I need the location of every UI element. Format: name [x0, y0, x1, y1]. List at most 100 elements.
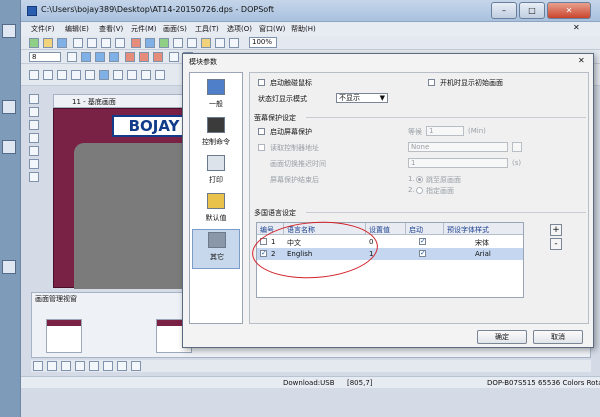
meter-icon[interactable]: [99, 70, 109, 80]
column-enable[interactable]: 启动: [409, 225, 423, 235]
touch-cursor-checkbox[interactable]: [258, 79, 265, 86]
nav-general[interactable]: 一般: [192, 77, 240, 113]
color-icon[interactable]: [201, 38, 211, 48]
bold-icon[interactable]: [81, 52, 91, 62]
align-right-icon[interactable]: [153, 52, 163, 62]
column-number[interactable]: 编号: [260, 225, 274, 235]
address-input[interactable]: None: [408, 142, 508, 152]
button-element-icon[interactable]: [113, 70, 123, 80]
simulate-icon[interactable]: [159, 38, 169, 48]
rect-tool-icon[interactable]: [29, 107, 39, 117]
menu-options[interactable]: 选项(O): [227, 24, 252, 34]
table-row[interactable]: 2 English 1 Arial: [257, 248, 523, 260]
close-document-icon[interactable]: ✕: [573, 23, 580, 32]
table-row[interactable]: 1 中文 0 宋体: [257, 236, 523, 248]
save-icon[interactable]: [57, 38, 67, 48]
arc-tool-icon[interactable]: [29, 133, 39, 143]
italic-icon[interactable]: [95, 52, 105, 62]
end-option-1-radio[interactable]: [416, 176, 423, 183]
compile-icon[interactable]: [131, 38, 141, 48]
line-icon[interactable]: [43, 70, 53, 80]
circle-icon[interactable]: [71, 70, 81, 80]
desktop-icon[interactable]: [2, 140, 16, 154]
column-language-name[interactable]: 语言名称: [287, 225, 315, 235]
row-select-checkbox[interactable]: [260, 238, 267, 245]
align-bottom-icon[interactable]: [47, 361, 57, 371]
cut-icon[interactable]: [73, 38, 83, 48]
status-light-select[interactable]: 不显示 ▼: [336, 93, 388, 103]
menu-tools[interactable]: 工具(T): [195, 24, 219, 34]
row-enable-checkbox[interactable]: [419, 249, 426, 257]
minimize-button[interactable]: –: [491, 2, 517, 19]
download-icon[interactable]: [145, 38, 155, 48]
bitmap-tool-icon[interactable]: [29, 159, 39, 169]
font-size-select[interactable]: 8: [29, 52, 61, 62]
add-language-button[interactable]: +: [550, 224, 562, 236]
screensaver-enable-checkbox[interactable]: [258, 128, 265, 135]
polygon-icon[interactable]: [85, 70, 95, 80]
menu-help[interactable]: 帮助(H): [291, 24, 316, 34]
new-file-icon[interactable]: [29, 38, 39, 48]
show-init-screen-checkbox[interactable]: [428, 79, 435, 86]
bring-front-icon[interactable]: [117, 361, 127, 371]
distribute-icon[interactable]: [103, 361, 113, 371]
close-window-button[interactable]: ✕: [547, 2, 591, 19]
send-back-icon[interactable]: [131, 361, 141, 371]
table-tool-icon[interactable]: [29, 172, 39, 182]
nav-default-value[interactable]: 默认值: [192, 191, 240, 227]
menu-edit[interactable]: 编辑(E): [65, 24, 89, 34]
pointer-icon[interactable]: [29, 70, 39, 80]
screen-thumbnail[interactable]: [46, 319, 82, 353]
desktop-icon[interactable]: [2, 100, 16, 114]
chart-icon[interactable]: [141, 70, 151, 80]
copy-icon[interactable]: [87, 38, 97, 48]
rectangle-icon[interactable]: [57, 70, 67, 80]
column-default-font[interactable]: 预设字体样式: [447, 225, 489, 235]
text-tool-icon[interactable]: [29, 146, 39, 156]
layer-icon[interactable]: [215, 38, 225, 48]
pen-icon[interactable]: [29, 94, 39, 104]
number-icon[interactable]: [169, 52, 179, 62]
screen-canvas[interactable]: BOJAY: [53, 108, 196, 289]
underline-icon[interactable]: [109, 52, 119, 62]
zoom-select[interactable]: 100%: [249, 37, 277, 48]
undo-icon[interactable]: [101, 38, 111, 48]
ok-button[interactable]: 确定: [477, 330, 527, 344]
same-width-icon[interactable]: [75, 361, 85, 371]
menu-screen[interactable]: 画面(S): [163, 24, 187, 34]
read-address-checkbox[interactable]: [258, 144, 265, 151]
row-select-checkbox[interactable]: [260, 249, 267, 257]
address-browse-button[interactable]: [512, 142, 522, 152]
screen-tab[interactable]: 11 - 基底画面: [53, 94, 193, 108]
maximize-button[interactable]: □: [519, 2, 545, 19]
desktop-icon[interactable]: [2, 260, 16, 274]
dialog-close-icon[interactable]: ✕: [578, 56, 585, 65]
interval-input[interactable]: 1: [408, 158, 508, 168]
align-top-icon[interactable]: [33, 361, 43, 371]
menu-element[interactable]: 元件(M): [131, 24, 157, 34]
remove-language-button[interactable]: -: [550, 238, 562, 250]
font-dropdown-icon[interactable]: [67, 52, 77, 62]
align-center-icon[interactable]: [139, 52, 149, 62]
open-folder-icon[interactable]: [43, 38, 53, 48]
align-middle-icon[interactable]: [61, 361, 71, 371]
column-setting-value[interactable]: 设置值: [369, 225, 390, 235]
nav-other[interactable]: 其它: [192, 229, 240, 269]
cancel-button[interactable]: 取消: [533, 330, 583, 344]
wait-minutes-input[interactable]: 1: [426, 126, 464, 136]
end-option-2-radio[interactable]: [416, 187, 423, 194]
align-icon[interactable]: [187, 38, 197, 48]
redo-icon[interactable]: [115, 38, 125, 48]
input-element-icon[interactable]: [155, 70, 165, 80]
nav-control-command[interactable]: 控制命令: [192, 115, 240, 151]
ellipse-tool-icon[interactable]: [29, 120, 39, 130]
desktop-icon[interactable]: [2, 24, 16, 38]
menu-view[interactable]: 查看(V): [99, 24, 123, 34]
align-left-icon[interactable]: [125, 52, 135, 62]
lamp-icon[interactable]: [127, 70, 137, 80]
menu-file[interactable]: 文件(F): [31, 24, 55, 34]
group-icon[interactable]: [229, 38, 239, 48]
title-bar[interactable]: C:\Users\bojay389\Desktop\AT14-20150726.…: [21, 0, 600, 22]
nav-print[interactable]: 打印: [192, 153, 240, 189]
menu-window[interactable]: 窗口(W): [259, 24, 285, 34]
